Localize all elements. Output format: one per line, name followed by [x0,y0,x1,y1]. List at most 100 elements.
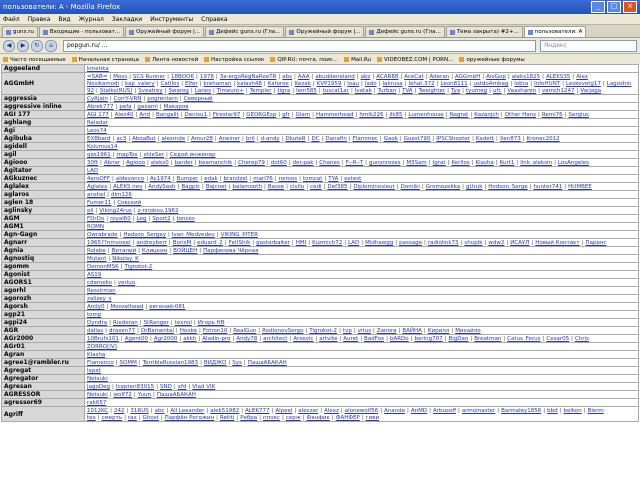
user-link[interactable]: Kazanjch [474,112,499,118]
user-link[interactable]: der-pak [293,160,314,166]
user-link[interactable]: dot60 [271,160,287,166]
user-link[interactable]: Cherep79 [238,160,265,166]
user-link[interactable]: armoinaster [462,408,495,414]
browser-tab[interactable]: Тема закрыта) #2+... [445,26,523,37]
user-link[interactable]: aleks0 [151,160,169,166]
menu-item[interactable]: Правка [28,16,51,23]
close-button[interactable]: × [623,1,637,13]
user-link[interactable]: Abner [104,160,120,166]
user-link[interactable]: Other Hans [505,112,536,118]
user-link[interactable]: TYA [328,176,338,182]
user-link[interactable]: Макаров [164,104,189,110]
menu-item[interactable]: Файл [3,16,20,23]
user-link[interactable]: Bangalit [156,112,179,118]
user-link[interactable]: gunsnroses [369,160,400,166]
user-link[interactable]: Templer [250,88,272,94]
user-link[interactable]: SND [160,384,172,390]
user-link[interactable]: ппокс [263,415,280,421]
user-link[interactable]: Aladin-pro [202,336,230,342]
user-link[interactable]: Совский [117,200,141,206]
home-button[interactable]: ⌂ [45,39,57,52]
user-link[interactable]: Bierm [588,408,604,414]
browser-tab[interactable]: пользователи: A [523,26,587,37]
user-link[interactable]: Abrek777 [87,104,113,110]
user-link[interactable]: Viking24rus [99,208,131,214]
user-link[interactable]: Icepteri83015 [116,384,154,390]
user-link[interactable]: Klasha [476,160,494,166]
user-link[interactable]: gaxami [137,104,157,110]
user-link[interactable]: Парфён Рогожин [165,415,215,421]
user-link[interactable]: LAD [87,168,98,174]
user-link[interactable]: artvite [319,336,337,342]
user-link[interactable]: beamanchik [199,160,233,166]
user-link[interactable]: zalizey_s [87,296,111,302]
user-link[interactable]: Flamenco [87,360,114,366]
user-link[interactable]: Ребра [240,415,257,421]
user-link[interactable]: ВАЙНА [402,328,422,334]
user-link[interactable]: tonces [176,216,194,222]
minimize-button[interactable]: _ [591,1,605,13]
user-link[interactable]: tyumeg [466,88,487,94]
user-link[interactable]: Kurt1 [500,160,515,166]
user-link[interactable]: Ivan_Medvedev [172,232,215,238]
menu-item[interactable]: Вид [58,16,70,23]
user-link[interactable]: radiolink73 [428,240,459,246]
user-link[interactable]: Mutant [87,256,106,262]
user-link[interactable]: gfr [282,112,290,118]
user-link[interactable]: z-nirobov.1962 [138,208,179,214]
user-link[interactable]: 30ft [87,160,98,166]
user-link[interactable]: eduard_2 [197,240,223,246]
user-link[interactable]: Tigrokot-2 [309,328,337,334]
user-link[interactable]: gUruk [466,184,482,190]
user-link[interactable]: ПашаАБАКАН [157,392,196,398]
user-link[interactable]: BadFox [364,336,384,342]
user-link[interactable]: Flammec [353,136,378,142]
user-link[interactable]: AnMD [411,408,427,414]
user-link[interactable]: Aneiner [219,136,240,142]
user-link[interactable]: Vlad VIK [192,384,215,390]
user-link[interactable]: pogrentern [147,96,178,102]
user-link[interactable]: link_aleksin [520,160,552,166]
user-link[interactable]: Парфенова Чёрная [203,248,258,254]
user-link[interactable]: Виталий [112,248,137,254]
user-link[interactable]: Def385 [327,184,347,190]
user-link[interactable]: Catus_Ferus [507,336,540,342]
user-link[interactable]: shleSer [144,152,164,158]
user-link[interactable]: Mooselhead [110,304,143,310]
user-link[interactable]: tigra [277,88,290,94]
user-link[interactable]: Owrabrade [87,232,117,238]
user-link[interactable]: dim126 [111,192,132,198]
user-link[interactable]: 92 [87,88,94,94]
user-link[interactable]: ФАНФЕР [336,415,360,421]
user-link[interactable]: mapTox [117,152,138,158]
user-link[interactable]: 1965??nmvoeel [87,240,131,246]
user-link[interactable]: DC [311,136,319,142]
user-link[interactable]: Sveatrey [138,88,162,94]
user-link[interactable]: Фанфик [307,415,330,421]
user-link[interactable]: евгений-081 [149,304,185,310]
user-link[interactable]: Kerllos [451,160,469,166]
user-link[interactable]: Ghost [143,415,159,421]
user-link[interactable]: Lumenhouse [408,112,443,118]
user-link[interactable]: IPSCShooter [436,136,470,142]
user-link[interactable]: DrBamental [141,328,174,334]
user-link[interactable]: ВОЙЦЕН [173,248,197,254]
user-link[interactable]: akkh [183,336,196,342]
user-link[interactable]: Bajcnet [206,184,227,190]
user-link[interactable]: ИСАУЛ [510,240,529,246]
user-link[interactable]: Fotron10 [203,328,227,334]
user-link[interactable]: architect [263,336,287,342]
user-link[interactable]: FeltShik [229,240,251,246]
user-link[interactable]: Firestar97 [213,112,240,118]
user-link[interactable]: wdw2 [488,240,504,246]
user-link[interactable]: AboaBut [132,136,155,142]
user-link[interactable]: LosAngeles [558,160,589,166]
user-link[interactable]: Anande [384,408,405,414]
user-link[interactable]: Breatman [474,336,501,342]
user-link[interactable]: Varjaga [580,88,601,94]
user-link[interactable]: tuscat1ar [323,88,349,94]
user-link[interactable]: Igrat [433,160,446,166]
user-link[interactable]: rax [128,415,137,421]
user-link[interactable]: ALEKS nev [113,184,142,190]
user-link[interactable]: Riederan [113,320,138,326]
